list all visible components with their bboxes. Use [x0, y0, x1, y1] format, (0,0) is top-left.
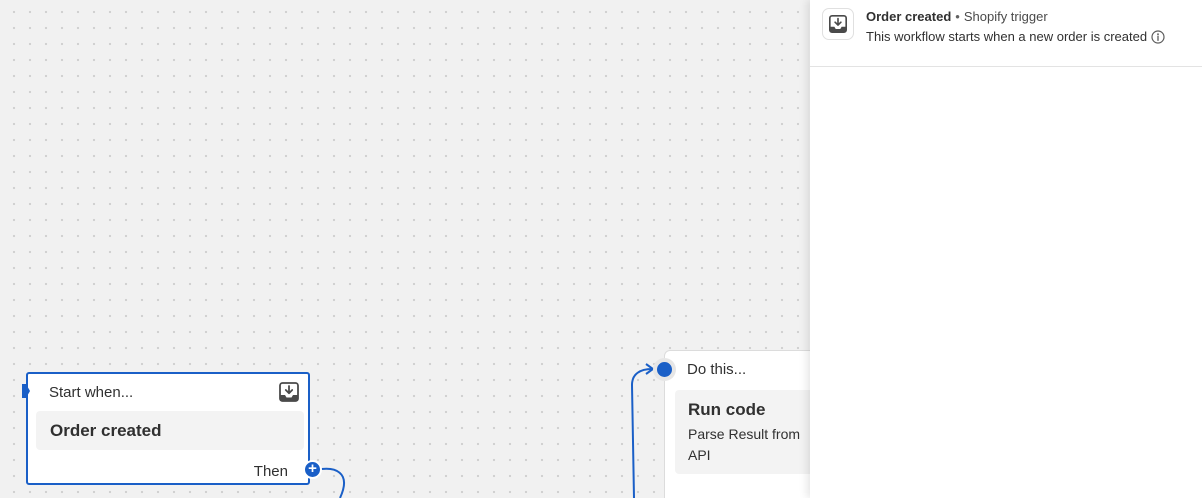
panel-title: Order created — [866, 9, 952, 24]
info-icon[interactable] — [1151, 30, 1165, 47]
add-step-button[interactable]: + — [303, 460, 322, 479]
trigger-node-header: Start when... — [49, 384, 134, 401]
trigger-node-title: Order created — [50, 421, 162, 440]
action-node-description: Parse Result from API — [688, 426, 801, 463]
action-input-port[interactable] — [653, 358, 676, 381]
panel-title-row: Order created • Shopify trigger — [866, 9, 1048, 24]
panel-trigger-type: Shopify trigger — [963, 9, 1048, 24]
connector-action-in — [630, 368, 653, 498]
trigger-input-port — [22, 384, 30, 398]
panel-header: Order created • Shopify trigger This workf… — [810, 0, 1202, 67]
trigger-details-panel: Order created • Shopify trigger This workf… — [810, 0, 1202, 498]
panel-separator: • — [955, 9, 960, 24]
trigger-node-body[interactable]: Order created — [36, 411, 304, 450]
connector-arrowhead — [645, 363, 655, 375]
action-node-title: Run code — [688, 400, 766, 419]
panel-description: This workflow starts when a new order is… — [866, 29, 1148, 44]
trigger-node[interactable]: Start when... Order created Then — [26, 372, 310, 485]
download-tray-icon — [278, 381, 300, 403]
action-node-header: Do this... — [687, 361, 747, 378]
download-tray-icon — [822, 8, 854, 40]
panel-description-row: This workflow starts when a new order is… — [866, 29, 1165, 47]
trigger-node-then-label: Then — [253, 463, 288, 480]
workflow-editor: Start when... Order created Then + Do th… — [0, 0, 1202, 498]
